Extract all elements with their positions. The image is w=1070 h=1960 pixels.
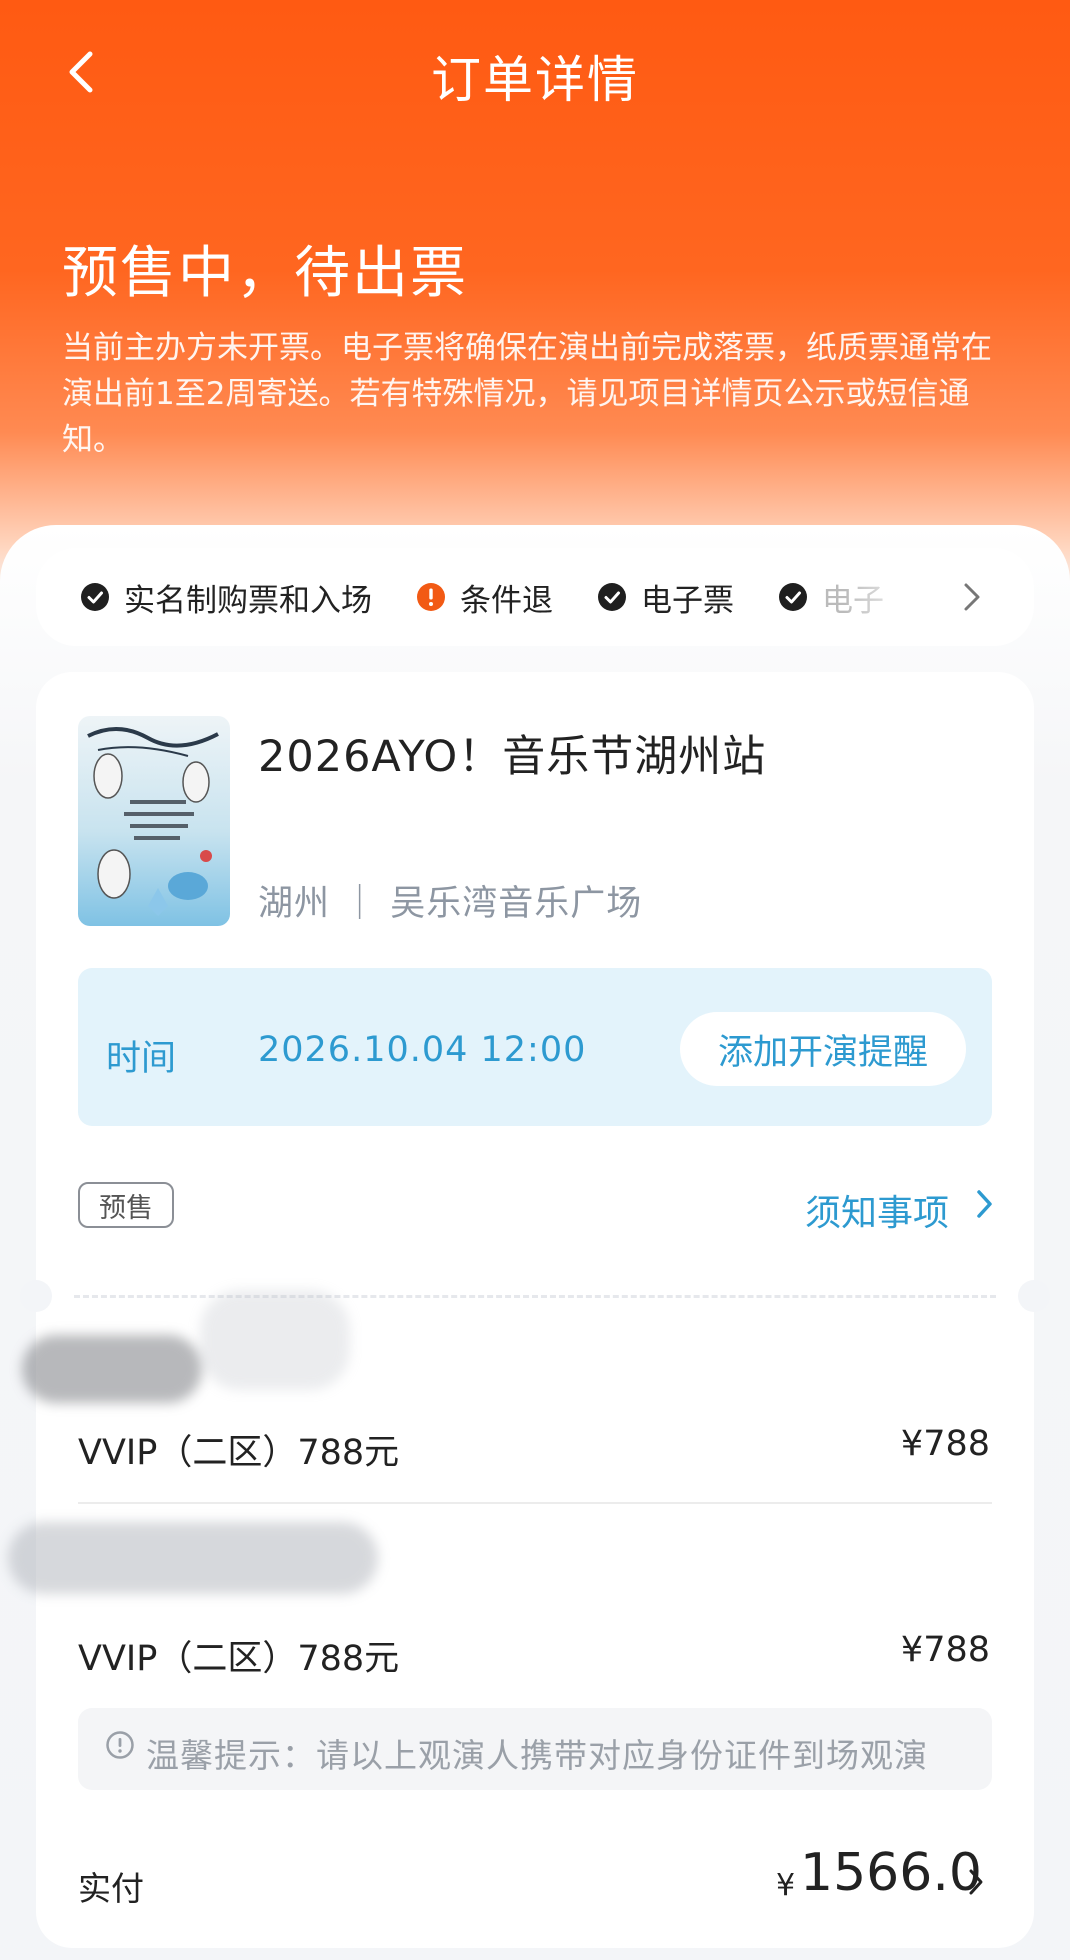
event-poster[interactable] [78,716,230,926]
info-circle-icon [106,1731,134,1759]
check-circle-icon [598,583,626,611]
feature-tag-e-ticket: 电子票 [597,575,734,620]
chevron-right-icon[interactable] [974,1186,996,1222]
warning-circle-icon [417,583,445,611]
feature-tags-bar[interactable]: 实名制购票和入场 条件退 电子票 电子 [36,548,1034,646]
redacted-attendee-name [22,1335,202,1403]
order-status-title: 预售中，待出票 [62,241,468,306]
paid-currency: ¥ [776,1868,796,1903]
ticket-row-divider [78,1502,992,1504]
notice-link[interactable]: 须知事项 [805,1184,949,1236]
ticket-price: ¥788 [900,1630,990,1670]
paid-label: 实付 [78,1869,144,1908]
chevron-right-icon[interactable] [960,578,984,616]
poster-artwork [78,716,230,926]
feature-label: 电子票 [641,582,734,619]
event-title[interactable]: 2026AYO！音乐节湖州站 [258,722,766,784]
ticket-name: VVIP（二区）788元 [78,1433,400,1473]
check-circle-icon [779,583,807,611]
tip-text: 温馨提示：请以上观演人携带对应身份证件到场观演 [146,1736,928,1775]
order-status-description: 当前主办方未开票。电子票将确保在演出前完成落票，纸质票通常在演出前1至2周寄送。… [62,330,992,458]
paid-amount[interactable]: 1566.0 [800,1843,982,1903]
event-venue: 湖州 ｜ 吴乐湾音乐广场 [258,884,643,924]
time-label: 时间 [106,1039,177,1079]
ticket-notch-right [1018,1280,1050,1312]
event-time-value: 2026.10.04 12:00 [258,1030,587,1070]
ticket-notch-left [20,1280,52,1312]
feature-tag-conditional-refund: 条件退 [416,575,553,620]
ticket-name: VVIP（二区）788元 [78,1639,400,1679]
redacted-attendee-name [8,1522,378,1594]
chevron-right-icon[interactable] [966,1866,986,1898]
feature-label: 实名制购票和入场 [124,582,372,619]
check-circle-icon [81,583,109,611]
feature-fade-overlay [844,548,964,646]
perforation-divider [74,1295,996,1298]
presale-badge: 预售 [78,1182,174,1228]
add-reminder-button[interactable]: 添加开演提醒 [680,1012,966,1086]
feature-tag-real-name: 实名制购票和入场 [80,575,372,620]
redacted-attendee-info [200,1290,350,1390]
page-title: 订单详情 [431,51,639,109]
feature-label: 条件退 [460,582,553,619]
ticket-price: ¥788 [900,1424,990,1464]
nav-bar: 订单详情 [0,0,1070,150]
